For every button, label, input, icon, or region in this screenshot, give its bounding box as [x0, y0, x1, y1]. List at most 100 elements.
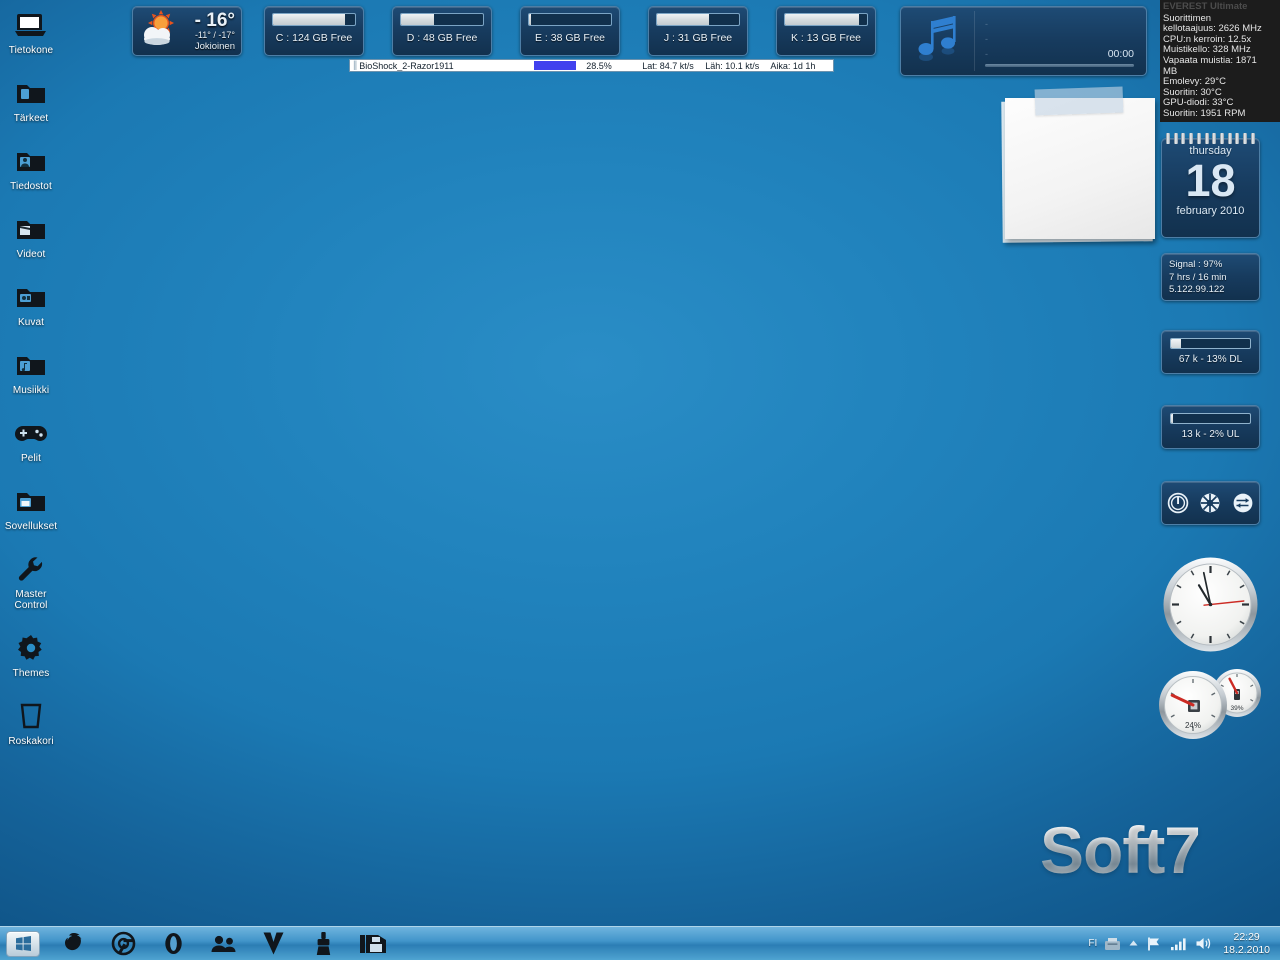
signal-ip-address: 5.122.99.122: [1169, 284, 1225, 295]
desktop-icon-musiikki[interactable]: Musiikki: [0, 344, 62, 400]
desktop-icon-master-control[interactable]: Master Control: [0, 548, 62, 615]
network-icon[interactable]: [1170, 937, 1188, 951]
download-meter-gadget[interactable]: 67 k - 13% DL: [1161, 330, 1260, 374]
desktop-icon-tiedostot[interactable]: Tiedostot: [0, 140, 62, 196]
winamp-icon[interactable]: [248, 929, 298, 959]
cpu-gauge-gadget[interactable]: 24%: [1158, 670, 1228, 740]
messenger-icon[interactable]: [198, 929, 248, 959]
drive-gadget-k[interactable]: K : 13 GB Free: [776, 6, 876, 56]
flag-action-center-icon[interactable]: [1146, 936, 1163, 952]
weather-temperature: - 16°: [194, 9, 235, 31]
calendar-rings-icon: [1166, 133, 1255, 144]
desktop-icon-tietokone[interactable]: Tietokone: [0, 4, 62, 60]
desktop-icon-grid: Tietokone Tärkeet Tiedostot Videot Kuvat…: [0, 4, 62, 763]
desktop-icon-label: Roskakori: [8, 736, 54, 747]
desktop-icon-label: Videot: [16, 249, 46, 260]
everest-title: EVEREST Ultimate: [1163, 1, 1248, 12]
torrent-percent: 28.5%: [586, 60, 612, 71]
weather-high-low: -11° / -17°: [194, 29, 235, 40]
gear-icon: [14, 633, 48, 663]
note-sheet-front: [1005, 98, 1155, 239]
tray-time: 22:29: [1233, 930, 1260, 943]
system-tray: FI 22:29 18.2.2010: [1088, 927, 1280, 960]
calendar-gadget[interactable]: thursday 18 february 2010: [1161, 133, 1260, 238]
desktop-icon-roskakori[interactable]: Roskakori: [0, 695, 62, 751]
torrent-stats: Lat: 84.7 kt/s Läh: 10.1 kt/s Aika: 1d 1…: [642, 61, 824, 71]
drive-label: K : 13 GB Free: [790, 32, 862, 44]
upload-label: 13 k - 2% UL: [1181, 429, 1240, 440]
upload-meter-gadget[interactable]: 13 k - 2% UL: [1161, 405, 1260, 449]
desktop-icon-sovellukset[interactable]: Sovellukset: [0, 480, 62, 536]
torrent-status-bar[interactable]: || BioShock_2-Razor1911 28.5% Lat: 84.7 …: [349, 59, 834, 72]
safely-remove-icon[interactable]: [1104, 937, 1121, 951]
desktop-icon-label: Kuvat: [17, 317, 45, 328]
firefox-icon[interactable]: [48, 929, 98, 959]
drive-usage-bar: [400, 13, 484, 26]
torrent-progress-bar: [534, 61, 577, 70]
opera-icon[interactable]: [148, 929, 198, 959]
media-player-gadget[interactable]: - - - 00:00: [900, 6, 1147, 76]
tray-date: 18.2.2010: [1223, 943, 1270, 956]
drive-label: D : 48 GB Free: [406, 32, 478, 44]
download-progress-bar: [1170, 338, 1251, 349]
drive-usage-bar: [656, 13, 740, 26]
analog-clock-gadget[interactable]: [1162, 556, 1259, 653]
desktop-icon-label: Pelit: [21, 453, 41, 464]
signal-strength: Signal : 97%: [1169, 259, 1223, 270]
desktop-icon-label: Tärkeet: [13, 113, 49, 124]
weather-gadget[interactable]: - 16° -11° / -17° Jokioinen: [132, 6, 242, 56]
folder-apps-icon: [14, 486, 48, 516]
everest-line: Suoritin: 1951 RPM: [1163, 107, 1246, 119]
drive-usage-bar: [272, 13, 356, 26]
restart-icon[interactable]: [1199, 492, 1221, 514]
drive-gadget-j[interactable]: J : 31 GB Free: [648, 6, 748, 56]
drive-label: E : 38 GB Free: [534, 32, 606, 44]
chrome-icon[interactable]: [98, 929, 148, 959]
media-elapsed-time: 00:00: [1107, 47, 1134, 60]
desktop-icon-kuvat[interactable]: Kuvat: [0, 276, 62, 332]
cleaner-icon[interactable]: [298, 929, 348, 959]
drive-label: C : 124 GB Free: [275, 32, 353, 44]
folder-video-icon: [14, 214, 48, 244]
drive-gadget-d[interactable]: D : 48 GB Free: [392, 6, 492, 56]
network-signal-gadget[interactable]: Signal : 97% 7 hrs / 16 min 5.122.99.122: [1161, 253, 1260, 301]
drive-gadget-e[interactable]: E : 38 GB Free: [520, 6, 620, 56]
explorer-icon[interactable]: [348, 929, 398, 959]
calendar-day-number: 18: [1185, 155, 1236, 206]
recycle-bin-icon: [14, 701, 48, 731]
media-seek-bar[interactable]: [985, 64, 1134, 67]
sticky-note-gadget[interactable]: [1001, 86, 1155, 243]
torrent-upload-rate: Läh: 10.1 kt/s: [705, 60, 760, 71]
show-hidden-icon[interactable]: [1128, 939, 1139, 948]
desktop-icon-videot[interactable]: Videot: [0, 208, 62, 264]
media-track-title: -: [985, 18, 988, 29]
media-track-artist: -: [985, 33, 988, 44]
taskbar: FI 22:29 18.2.2010: [0, 926, 1280, 960]
volume-icon[interactable]: [1195, 936, 1212, 951]
torrent-name: BioShock_2-Razor1911: [359, 60, 454, 71]
soft7-branding: Soft7: [1040, 813, 1201, 887]
desktop-icon-tarkeet[interactable]: Tärkeet: [0, 72, 62, 128]
media-track-album: - 00:00: [985, 47, 1134, 60]
computer-icon: [14, 10, 48, 40]
desktop-icon-label: Themes: [12, 668, 50, 679]
drive-gadget-c[interactable]: C : 124 GB Free: [264, 6, 364, 56]
gamepad-icon: [14, 418, 48, 448]
windows-start-icon[interactable]: [6, 930, 40, 957]
drive-usage-bar: [528, 13, 612, 26]
drag-handle-icon[interactable]: ||: [352, 60, 359, 71]
folder-music-icon: [14, 350, 48, 380]
everest-line: Vapaata muistia: 1871: [1163, 54, 1257, 66]
power-icon[interactable]: [1167, 492, 1189, 514]
sun-cloud-icon: [139, 9, 181, 53]
tape-icon: [1034, 86, 1124, 116]
tray-clock[interactable]: 22:29 18.2.2010: [1219, 931, 1276, 957]
torrent-download-rate: Lat: 84.7 kt/s: [642, 60, 694, 71]
music-note-icon: [905, 11, 975, 71]
upload-progress-bar: [1170, 413, 1251, 424]
desktop-icon-pelit[interactable]: Pelit: [0, 412, 62, 468]
desktop-icon-themes[interactable]: Themes: [0, 627, 62, 683]
wrench-icon: [14, 554, 48, 584]
tray-language-indicator[interactable]: FI: [1088, 938, 1097, 949]
switch-user-icon[interactable]: [1232, 492, 1254, 514]
